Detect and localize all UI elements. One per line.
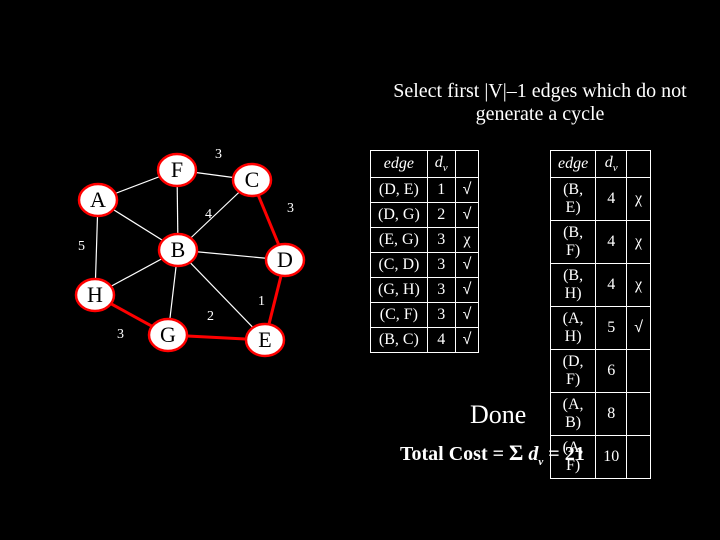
heading: Select first |V|–1 edges which do not ge… bbox=[380, 80, 700, 126]
graph-node-label: F bbox=[171, 157, 183, 182]
cell-d: 5 bbox=[596, 307, 627, 350]
cell-d: 3 bbox=[427, 228, 455, 253]
cell-edge: (C, D) bbox=[371, 253, 428, 278]
table-row: (D, F)6 bbox=[551, 350, 651, 393]
table-row: (E, G)3χ bbox=[371, 228, 479, 253]
t1-h-dv: dv bbox=[427, 151, 455, 178]
graph-panel: 3 5 4 3 3 2 1 F C A B D H G E bbox=[55, 140, 315, 400]
cell-mark: χ bbox=[455, 228, 479, 253]
graph-edge bbox=[178, 250, 265, 340]
cell-edge: (B, F) bbox=[551, 221, 596, 264]
cell-mark: χ bbox=[627, 221, 651, 264]
cell-mark: √ bbox=[627, 307, 651, 350]
table-row: (D, E)1√ bbox=[371, 178, 479, 203]
edge-weight: 2 bbox=[207, 309, 214, 324]
t1-h-mark bbox=[455, 151, 479, 178]
graph-node-label: H bbox=[87, 282, 103, 307]
cell-d: 10 bbox=[596, 436, 627, 479]
table-row: (G, H)3√ bbox=[371, 278, 479, 303]
cell-d: 3 bbox=[427, 303, 455, 328]
table-row: (A, B)8 bbox=[551, 393, 651, 436]
cell-mark: √ bbox=[455, 253, 479, 278]
edge-weight: 3 bbox=[117, 327, 124, 342]
cell-d: 3 bbox=[427, 253, 455, 278]
edge-weight: 3 bbox=[215, 147, 222, 162]
cell-d: 4 bbox=[596, 178, 627, 221]
cell-mark: √ bbox=[455, 303, 479, 328]
cell-d: 4 bbox=[596, 264, 627, 307]
cell-mark bbox=[627, 350, 651, 393]
cell-d: 3 bbox=[427, 278, 455, 303]
cell-d: 6 bbox=[596, 350, 627, 393]
cell-d: 2 bbox=[427, 203, 455, 228]
edge-weight: 1 bbox=[258, 294, 265, 309]
edge-table-2: edge dv (B, E)4χ(B, F)4χ(B, H)4χ(A, H)5√… bbox=[550, 150, 651, 479]
t2-h-dv: dv bbox=[596, 151, 627, 178]
edge-weight: 5 bbox=[78, 239, 85, 254]
edge-weight: 3 bbox=[287, 201, 294, 216]
graph-node-label: B bbox=[171, 237, 186, 262]
cell-edge: (E, G) bbox=[371, 228, 428, 253]
table-row: (D, G)2√ bbox=[371, 203, 479, 228]
t2-h-mark bbox=[627, 151, 651, 178]
cell-mark: √ bbox=[455, 328, 479, 353]
edge-table-1: edge dv (D, E)1√(D, G)2√(E, G)3χ(C, D)3√… bbox=[370, 150, 479, 353]
graph-node-label: C bbox=[245, 167, 260, 192]
cell-edge: (D, G) bbox=[371, 203, 428, 228]
graph-svg: 3 5 4 3 3 2 1 F C A B D H G E bbox=[55, 140, 315, 390]
cell-d: 4 bbox=[596, 221, 627, 264]
cell-edge: (C, F) bbox=[371, 303, 428, 328]
cell-edge: (A, B) bbox=[551, 393, 596, 436]
cell-mark: √ bbox=[455, 203, 479, 228]
cell-mark bbox=[627, 436, 651, 479]
cell-edge: (D, E) bbox=[371, 178, 428, 203]
heading-text: Select first |V|–1 edges which do not ge… bbox=[393, 80, 687, 125]
table-row: (B, C)4√ bbox=[371, 328, 479, 353]
cell-edge: (B, E) bbox=[551, 178, 596, 221]
total-cost: Total Cost = Σ dv = 21 bbox=[400, 440, 585, 468]
edge-tables: edge dv (D, E)1√(D, G)2√(E, G)3χ(C, D)3√… bbox=[370, 150, 479, 353]
t1-h-edge: edge bbox=[371, 151, 428, 178]
cell-edge: (D, F) bbox=[551, 350, 596, 393]
table-row: (A, H)5√ bbox=[551, 307, 651, 350]
graph-node-label: D bbox=[277, 247, 293, 272]
cell-mark: χ bbox=[627, 264, 651, 307]
table-row: (C, F)3√ bbox=[371, 303, 479, 328]
cell-mark bbox=[627, 393, 651, 436]
cell-mark: √ bbox=[455, 278, 479, 303]
graph-node-label: G bbox=[160, 322, 176, 347]
table-row: (B, E)4χ bbox=[551, 178, 651, 221]
t2-h-edge: edge bbox=[551, 151, 596, 178]
done-label: Done bbox=[470, 400, 526, 430]
table-row: (B, F)4χ bbox=[551, 221, 651, 264]
table-row: (C, D)3√ bbox=[371, 253, 479, 278]
cell-d: 8 bbox=[596, 393, 627, 436]
cell-edge: (B, C) bbox=[371, 328, 428, 353]
table-row: (B, H)4χ bbox=[551, 264, 651, 307]
graph-node-label: A bbox=[90, 187, 106, 212]
cell-d: 1 bbox=[427, 178, 455, 203]
cell-edge: (G, H) bbox=[371, 278, 428, 303]
cell-edge: (A, H) bbox=[551, 307, 596, 350]
cell-mark: √ bbox=[455, 178, 479, 203]
graph-node-label: E bbox=[258, 327, 271, 352]
cell-mark: χ bbox=[627, 178, 651, 221]
cell-d: 4 bbox=[427, 328, 455, 353]
cell-edge: (B, H) bbox=[551, 264, 596, 307]
edge-weight: 4 bbox=[205, 207, 212, 222]
